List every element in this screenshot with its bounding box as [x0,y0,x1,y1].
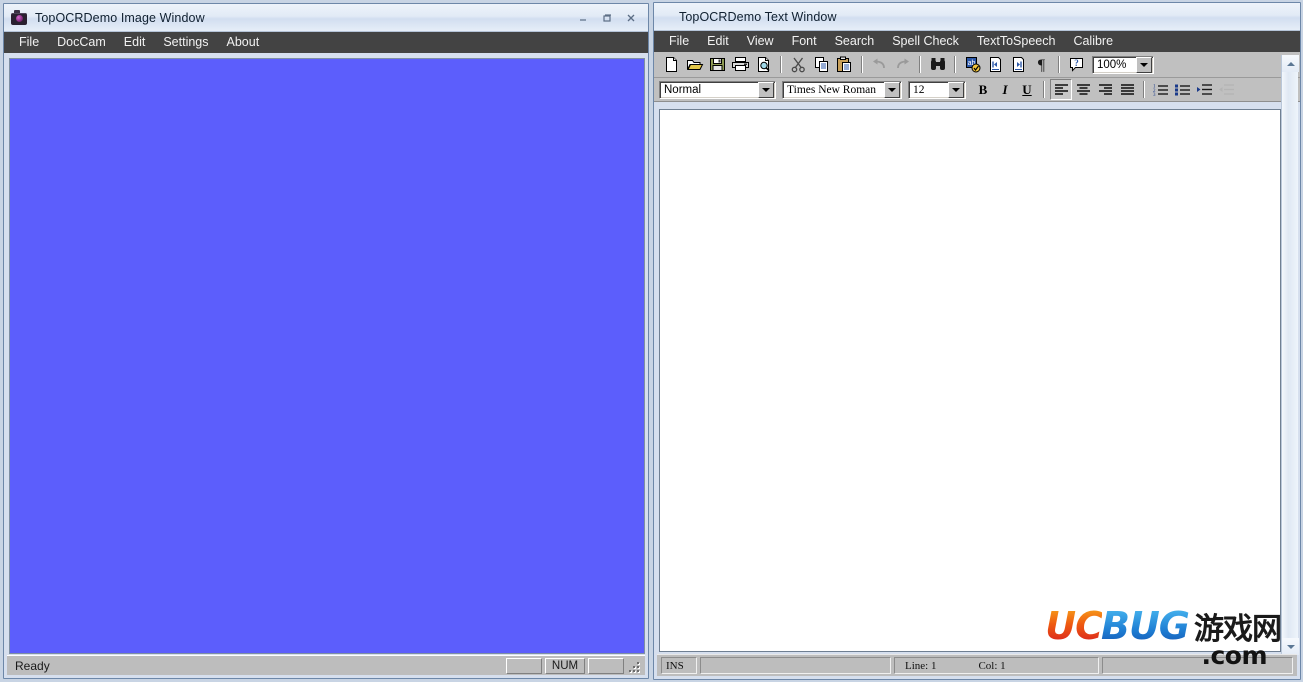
screen: TopOCRDemo Image Window File DocCam Edit… [0,0,1303,682]
menu-item-edit[interactable]: Edit [698,31,738,52]
bold-button[interactable]: B [972,79,994,100]
image-window-menubar: File DocCam Edit Settings About [4,32,648,53]
menu-item-doccam[interactable]: DocCam [48,32,115,53]
status-pane-message [700,657,891,674]
zoom-value: 100% [1097,58,1127,71]
text-window-format-toolbar: Normal Times New Roman 12 B I U 1 2 3 [654,78,1300,102]
menu-item-texttospeech[interactable]: TextToSpeech [968,31,1065,52]
page-first-icon[interactable] [984,54,1007,76]
menu-item-edit[interactable]: Edit [115,32,155,53]
chevron-down-icon[interactable] [1136,56,1152,73]
menu-item-settings[interactable]: Settings [154,32,217,53]
menu-item-view[interactable]: View [738,31,783,52]
numbered-list-icon[interactable]: 1 2 3 [1150,79,1172,100]
maximize-icon[interactable] [596,9,618,27]
font-family-value: Times New Roman [787,83,877,96]
close-icon[interactable] [620,9,642,27]
image-window: TopOCRDemo Image Window File DocCam Edit… [3,3,649,679]
svg-text:3: 3 [1153,93,1156,96]
text-window-menubar: File Edit View Font Search Spell Check T… [654,31,1300,52]
col-label: Col: 1 [978,659,1006,672]
zoom-combobox[interactable]: 100% [1092,55,1154,74]
toolbar-separator [780,56,782,73]
bulleted-list-icon[interactable] [1172,79,1194,100]
text-editor-scrollbar[interactable] [1281,55,1299,655]
spell-check-icon[interactable]: ab [961,54,984,76]
status-pane-num: NUM [545,657,585,674]
page-last-icon[interactable] [1007,54,1030,76]
indent-decrease-icon[interactable] [1216,79,1238,100]
resize-grip-icon[interactable] [627,658,643,674]
menu-item-spell-check[interactable]: Spell Check [883,31,968,52]
text-window-statusbar: INS Line: 1 Col: 1 [657,654,1297,676]
print-preview-icon[interactable] [752,54,775,76]
menu-item-font[interactable]: Font [783,31,826,52]
text-editor[interactable] [659,109,1281,652]
minimize-icon[interactable] [572,9,594,27]
toolbar-separator [861,56,863,73]
paragraph-marks-icon[interactable]: ¶ [1030,54,1053,76]
toolbar-separator [919,56,921,73]
italic-button[interactable]: I [994,79,1016,100]
status-pane-right [1102,657,1293,674]
toolbar-separator [1143,81,1145,98]
font-size-combobox[interactable]: 12 [908,80,966,99]
align-right-icon[interactable] [1094,79,1116,100]
align-left-icon[interactable] [1050,79,1072,100]
toolbar-separator [1058,56,1060,73]
help-icon[interactable]: ? [1065,54,1088,76]
image-canvas[interactable] [10,59,644,653]
line-label: Line: 1 [905,659,937,672]
paragraph-style-combobox[interactable]: Normal [659,80,776,99]
font-size-value: 12 [913,83,925,96]
menu-item-search[interactable]: Search [826,31,884,52]
print-icon[interactable] [729,54,752,76]
menu-item-file[interactable]: File [10,32,48,53]
text-window: TopOCRDemo Text Window File Edit View Fo… [653,2,1301,680]
svg-text:¶: ¶ [1038,57,1046,73]
paste-clipboard-icon[interactable] [833,54,856,76]
indent-increase-icon[interactable] [1194,79,1216,100]
camera-icon [11,9,27,26]
text-window-title: TopOCRDemo Text Window [679,9,837,24]
status-pane-right [588,657,624,674]
underline-button[interactable]: U [1016,79,1038,100]
chevron-down-icon[interactable] [948,81,964,98]
line-col-indicator: Line: 1 Col: 1 [894,657,1099,674]
insert-mode-indicator: INS [661,657,697,674]
scroll-up-icon[interactable] [1282,55,1299,72]
align-center-icon[interactable] [1072,79,1094,100]
font-family-combobox[interactable]: Times New Roman [782,80,902,99]
align-justify-icon[interactable] [1116,79,1138,100]
chevron-down-icon[interactable] [758,81,774,98]
svg-text:?: ? [1074,58,1079,68]
image-window-title: TopOCRDemo Image Window [35,10,205,25]
menu-item-about[interactable]: About [218,32,269,53]
image-window-titlebar[interactable]: TopOCRDemo Image Window [4,4,648,32]
status-message: Ready [15,658,50,673]
cut-scissors-icon[interactable] [787,54,810,76]
scroll-down-icon[interactable] [1282,638,1299,655]
text-window-main-toolbar: ab ¶ ? 100% [654,52,1300,78]
find-binoculars-icon[interactable] [926,54,949,76]
copy-icon[interactable] [810,54,833,76]
paragraph-style-value: Normal [664,83,702,96]
menu-item-file[interactable]: File [660,31,698,52]
new-document-icon[interactable] [660,54,683,76]
save-disk-icon[interactable] [706,54,729,76]
toolbar-separator [1043,81,1045,98]
image-window-controls [572,4,642,31]
menu-item-calibre[interactable]: Calibre [1064,31,1122,52]
text-window-titlebar[interactable]: TopOCRDemo Text Window [654,3,1300,31]
redo-icon[interactable] [891,54,914,76]
undo-icon[interactable] [868,54,891,76]
image-preview-area[interactable] [9,58,645,654]
toolbar-separator [954,56,956,73]
open-folder-icon[interactable] [683,54,706,76]
status-pane-left [506,657,542,674]
chevron-down-icon[interactable] [884,81,900,98]
image-window-statusbar: Ready NUM [7,655,645,675]
